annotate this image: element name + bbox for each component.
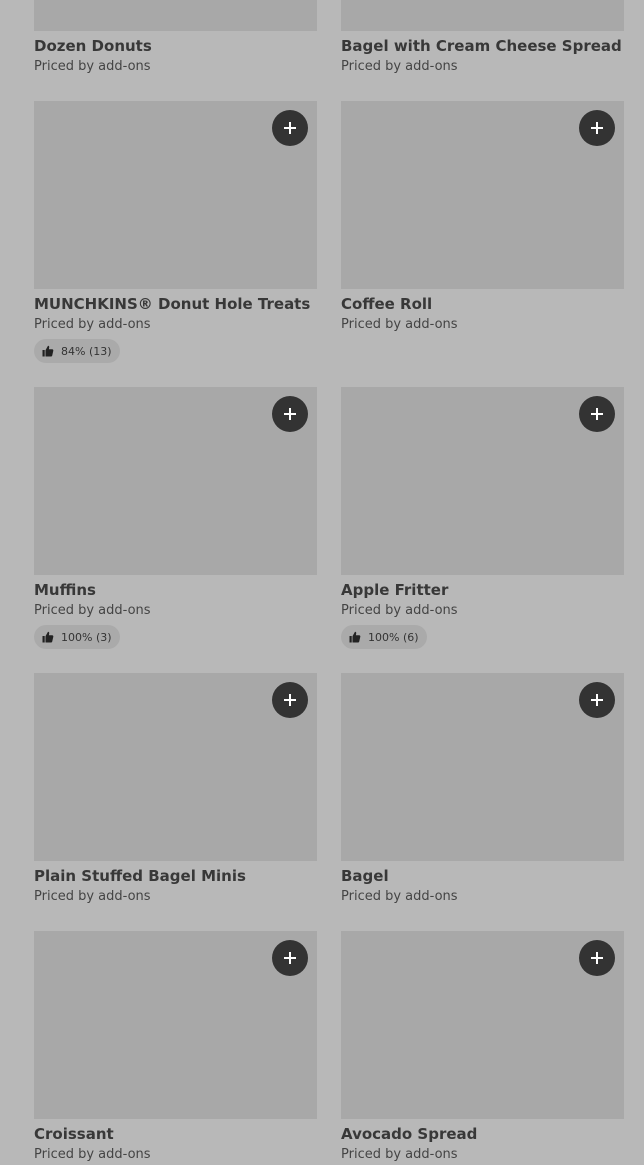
menu-item-card[interactable]: MUNCHKINS® Donut Hole Treats Priced by a… bbox=[34, 101, 317, 363]
item-name: Avocado Spread bbox=[341, 1125, 478, 1143]
rating-text: 100% (3) bbox=[61, 630, 112, 644]
item-image[interactable] bbox=[34, 931, 317, 1119]
menu-item-card[interactable]: Apple Fritter Priced by add-ons 100% (6) bbox=[341, 387, 624, 649]
item-name: Dozen Donuts bbox=[34, 37, 152, 55]
plus-icon bbox=[591, 408, 603, 420]
item-price: Priced by add-ons bbox=[34, 889, 151, 904]
item-price: Priced by add-ons bbox=[341, 59, 458, 74]
rating-badge: 100% (6) bbox=[341, 625, 427, 649]
item-price: Priced by add-ons bbox=[341, 317, 458, 332]
thumbs-up-icon bbox=[42, 345, 54, 357]
add-to-cart-button[interactable] bbox=[579, 940, 615, 976]
menu-item-card[interactable]: Bagel Priced by add-ons bbox=[341, 673, 624, 906]
menu-item-card[interactable]: Dozen Donuts Priced by add-ons bbox=[34, 0, 317, 76]
plus-icon bbox=[284, 122, 296, 134]
plus-icon bbox=[591, 122, 603, 134]
item-name: Bagel with Cream Cheese Spread bbox=[341, 37, 622, 55]
menu-item-card[interactable]: Avocado Spread Priced by add-ons bbox=[341, 931, 624, 1164]
menu-item-card[interactable]: Plain Stuffed Bagel Minis Priced by add-… bbox=[34, 673, 317, 906]
menu-item-card[interactable]: Muffins Priced by add-ons 100% (3) bbox=[34, 387, 317, 649]
plus-icon bbox=[284, 952, 296, 964]
item-name: Apple Fritter bbox=[341, 581, 449, 599]
item-image[interactable] bbox=[34, 673, 317, 861]
item-price: Priced by add-ons bbox=[34, 603, 151, 618]
menu-item-card[interactable]: Croissant Priced by add-ons bbox=[34, 931, 317, 1164]
thumbs-up-icon bbox=[349, 631, 361, 643]
menu-item-card[interactable]: Bagel with Cream Cheese Spread Priced by… bbox=[341, 0, 624, 76]
add-to-cart-button[interactable] bbox=[272, 940, 308, 976]
item-name: Croissant bbox=[34, 1125, 114, 1143]
plus-icon bbox=[591, 694, 603, 706]
add-to-cart-button[interactable] bbox=[579, 110, 615, 146]
item-image[interactable] bbox=[34, 101, 317, 289]
item-price: Priced by add-ons bbox=[34, 1147, 151, 1162]
item-name: Muffins bbox=[34, 581, 96, 599]
item-image[interactable] bbox=[341, 931, 624, 1119]
rating-text: 100% (6) bbox=[368, 630, 419, 644]
item-image[interactable] bbox=[34, 387, 317, 575]
rating-text: 84% (13) bbox=[61, 344, 112, 358]
add-to-cart-button[interactable] bbox=[272, 396, 308, 432]
item-name: Plain Stuffed Bagel Minis bbox=[34, 867, 246, 885]
menu-item-card[interactable]: Coffee Roll Priced by add-ons bbox=[341, 101, 624, 334]
item-price: Priced by add-ons bbox=[34, 59, 151, 74]
menu-item-grid: Dozen Donuts Priced by add-ons Bagel wit… bbox=[0, 0, 644, 1165]
item-price: Priced by add-ons bbox=[341, 889, 458, 904]
add-to-cart-button[interactable] bbox=[579, 682, 615, 718]
item-name: MUNCHKINS® Donut Hole Treats bbox=[34, 295, 311, 313]
item-image[interactable] bbox=[341, 673, 624, 861]
item-image[interactable] bbox=[34, 0, 317, 31]
item-price: Priced by add-ons bbox=[341, 1147, 458, 1162]
plus-icon bbox=[284, 694, 296, 706]
item-price: Priced by add-ons bbox=[341, 603, 458, 618]
add-to-cart-button[interactable] bbox=[579, 396, 615, 432]
item-price: Priced by add-ons bbox=[34, 317, 151, 332]
plus-icon bbox=[284, 408, 296, 420]
item-name: Bagel bbox=[341, 867, 389, 885]
plus-icon bbox=[591, 952, 603, 964]
add-to-cart-button[interactable] bbox=[272, 110, 308, 146]
item-image[interactable] bbox=[341, 101, 624, 289]
item-name: Coffee Roll bbox=[341, 295, 433, 313]
item-image[interactable] bbox=[341, 387, 624, 575]
item-image[interactable] bbox=[341, 0, 624, 31]
add-to-cart-button[interactable] bbox=[272, 682, 308, 718]
rating-badge: 84% (13) bbox=[34, 339, 120, 363]
thumbs-up-icon bbox=[42, 631, 54, 643]
rating-badge: 100% (3) bbox=[34, 625, 120, 649]
